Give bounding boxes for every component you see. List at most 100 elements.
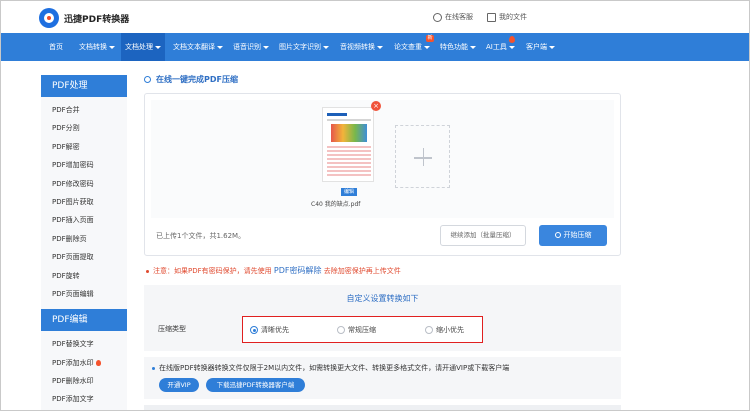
sidebar-item[interactable]: PDF删除水印 xyxy=(41,372,127,390)
sidebar-item-label: PDF替换文字 xyxy=(52,340,94,349)
download-client-button[interactable]: 下载迅捷PDF转换器客户端 xyxy=(206,378,305,392)
nav-label: 语音识别 xyxy=(233,43,261,51)
thumb-rows xyxy=(327,146,371,178)
nav-item-speech[interactable]: 语音识别 xyxy=(233,33,269,61)
customer-service-label: 在线客服 xyxy=(445,13,473,21)
thumb-header xyxy=(327,113,347,116)
vip-panel: 在线版PDF转换器转换文件仅限于2M以内文件，如需转换更大文件、转换更多格式文件… xyxy=(144,357,621,399)
nav-label: 文档转换 xyxy=(79,43,107,51)
nav-item-features[interactable]: 特色功能 xyxy=(440,33,476,61)
sidebar-list-pdf-process: PDF合并 PDF分割 PDF解密 PDF增加密码 PDF修改密码 PDF图片获… xyxy=(41,97,127,310)
bullet-icon xyxy=(146,269,149,273)
chevron-down-icon xyxy=(424,45,430,49)
sidebar-item[interactable]: PDF插入页面 xyxy=(41,211,127,229)
option-label: 缩小优先 xyxy=(436,326,464,334)
pdf-decrypt-link[interactable]: PDF密码解除 xyxy=(274,266,322,275)
chevron-down-icon xyxy=(508,45,515,49)
my-files-label: 我的文件 xyxy=(499,13,527,21)
radio-button[interactable] xyxy=(250,326,258,334)
nav-item-doc-process[interactable]: 文档处理 xyxy=(121,33,165,61)
vip-notice-text: 在线版PDF转换器转换文件仅限于2M以内文件，如需转换更大文件、转换更多格式文件… xyxy=(159,364,510,372)
bottom-strip xyxy=(144,405,621,410)
file-drop-area[interactable] xyxy=(151,100,614,218)
chevron-down-icon xyxy=(549,45,555,49)
nav-item-av-convert[interactable]: 音视频转换 xyxy=(340,33,383,61)
fire-icon xyxy=(95,359,101,366)
chevron-down-icon xyxy=(323,45,329,49)
vip-notice: 在线版PDF转换器转换文件仅限于2M以内文件，如需转换更大文件、转换更多格式文件… xyxy=(152,363,509,373)
customer-service-link[interactable]: 在线客服 xyxy=(433,12,473,22)
sidebar-item[interactable]: PDF分割 xyxy=(41,119,127,137)
nav-item-translate[interactable]: 文档文本翻译 xyxy=(173,33,223,61)
chevron-down-icon xyxy=(217,45,223,49)
sidebar: PDF处理 PDF合并 PDF分割 PDF解密 PDF增加密码 PDF修改密码 … xyxy=(41,75,127,410)
nav-label: 特色功能 xyxy=(440,43,468,51)
open-vip-button[interactable]: 开通VIP xyxy=(159,378,199,392)
nav-item-ocr[interactable]: 图片文字识别 xyxy=(279,33,329,61)
sidebar-item[interactable]: PDF图片获取 xyxy=(41,193,127,211)
compress-type-label: 压缩类型 xyxy=(158,325,186,333)
chevron-down-icon xyxy=(109,45,115,49)
sidebar-item[interactable]: PDF替换文字 xyxy=(41,335,127,353)
nav-label: 首页 xyxy=(49,43,63,51)
continue-add-button[interactable]: 继续添加（批量压缩） xyxy=(440,225,526,246)
upload-status: 已上传1个文件，共1.62M。 xyxy=(156,232,246,240)
option-clarity-first[interactable]: 清晰优先 xyxy=(250,325,289,335)
chevron-down-icon xyxy=(470,45,476,49)
radio-button[interactable] xyxy=(425,326,433,334)
sidebar-item-label: PDF添加文字 xyxy=(52,395,94,404)
headset-icon xyxy=(433,12,442,22)
chevron-down-icon xyxy=(263,45,269,49)
nav-label: AI工具 xyxy=(486,43,507,51)
logo[interactable]: 迅捷PDF转换器 xyxy=(39,8,129,28)
main-nav: 首页 文档转换 文档处理 文档文本翻译 语音识别 图片文字识别 音视频转换 论文… xyxy=(1,33,749,61)
nav-label: 论文查重 xyxy=(394,43,422,51)
sidebar-item[interactable]: PDF添加水印 xyxy=(41,354,127,372)
notice-suffix: 去除加密保护再上传文件 xyxy=(323,267,401,275)
sidebar-item[interactable]: PDF修改密码 xyxy=(41,175,127,193)
sidebar-item[interactable]: PDF添加文字 xyxy=(41,390,127,408)
sidebar-item[interactable]: PDF合并 xyxy=(41,101,127,119)
nav-item-doc-convert[interactable]: 文档转换 xyxy=(79,33,115,61)
gear-icon xyxy=(554,232,561,238)
nav-item-home[interactable]: 首页 xyxy=(49,33,63,61)
start-compress-label: 开始压缩 xyxy=(563,231,592,239)
nav-label: 客户端 xyxy=(526,43,547,51)
sidebar-item[interactable]: PDF页面提取 xyxy=(41,248,127,266)
thumb-line xyxy=(327,119,371,121)
nav-label: 图片文字识别 xyxy=(279,43,321,51)
new-badge: 新 xyxy=(426,35,434,42)
radio-button[interactable] xyxy=(337,326,345,334)
sidebar-item[interactable]: PDF旋转 xyxy=(41,267,127,285)
nav-item-client[interactable]: 客户端 xyxy=(526,33,555,61)
nav-item-plagiarism[interactable]: 论文查重 xyxy=(394,33,430,61)
option-label: 清晰优先 xyxy=(261,326,289,334)
settings-title: 自定义设置转换如下 xyxy=(346,294,419,303)
top-links: 在线客服 我的文件 xyxy=(433,12,527,22)
page-frame: 迅捷PDF转换器 在线客服 我的文件 首页 文档转换 文档处理 文档文本翻译 语… xyxy=(0,0,750,411)
delete-file-button[interactable]: × xyxy=(371,101,381,111)
option-size-first[interactable]: 缩小优先 xyxy=(425,325,464,335)
nav-label: 音视频转换 xyxy=(340,43,375,51)
file-thumbnail[interactable] xyxy=(322,107,374,182)
edit-file-button[interactable]: 编辑 xyxy=(341,188,357,196)
sidebar-item[interactable]: PDF增加密码 xyxy=(41,156,127,174)
notice-prefix: 注意：如果PDF有密码保护，请先使用 xyxy=(153,267,272,275)
logo-text: 迅捷PDF转换器 xyxy=(64,14,130,25)
password-notice: 注意：如果PDF有密码保护，请先使用 PDF密码解除 去除加密保护再上传文件 xyxy=(146,265,401,276)
plus-icon-vertical xyxy=(422,148,424,166)
option-label: 常规压缩 xyxy=(348,326,376,334)
nav-label: 文档文本翻译 xyxy=(173,43,215,51)
bullet-icon xyxy=(152,366,155,370)
chevron-down-icon xyxy=(155,45,161,49)
add-file-button[interactable] xyxy=(395,125,450,188)
sidebar-item[interactable]: PDF页面编辑 xyxy=(41,285,127,303)
sidebar-item[interactable]: PDF解密 xyxy=(41,138,127,156)
start-compress-button[interactable]: 开始压缩 xyxy=(539,225,607,246)
file-name: C40 我的缺点.pdf xyxy=(311,201,361,208)
sidebar-section-pdf-edit: PDF编辑 xyxy=(41,309,127,332)
my-files-link[interactable]: 我的文件 xyxy=(487,12,527,22)
option-normal-compress[interactable]: 常规压缩 xyxy=(337,325,376,335)
file-icon xyxy=(487,12,496,22)
sidebar-item[interactable]: PDF删除页 xyxy=(41,230,127,248)
